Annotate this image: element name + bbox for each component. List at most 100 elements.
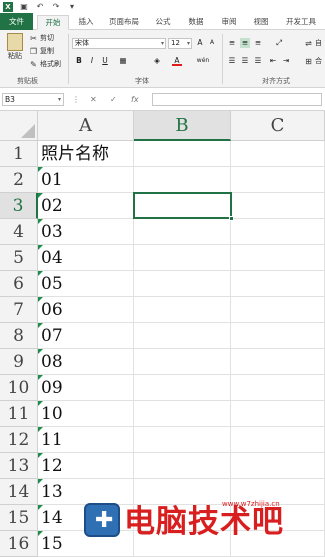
column-header-b[interactable]: B xyxy=(134,111,231,141)
row-header[interactable]: 8 xyxy=(0,323,38,349)
cell-a[interactable]: 07 xyxy=(38,323,134,349)
tab-file[interactable]: 文件 xyxy=(0,13,33,30)
row-header[interactable]: 11 xyxy=(0,401,38,427)
cancel-icon[interactable]: ✕ xyxy=(90,93,97,106)
row-header[interactable]: 2 xyxy=(0,167,38,193)
cell-b[interactable] xyxy=(134,427,231,453)
row-header[interactable]: 7 xyxy=(0,297,38,323)
align-left-icon[interactable]: ☰ xyxy=(227,56,237,66)
insert-function-button[interactable]: fx xyxy=(131,93,139,106)
cell-c[interactable] xyxy=(231,167,325,193)
cell-b[interactable] xyxy=(134,401,231,427)
cell-b[interactable] xyxy=(134,453,231,479)
cell-c[interactable] xyxy=(231,323,325,349)
font-name-select[interactable]: 宋体 ▾ xyxy=(72,38,166,49)
underline-button[interactable]: U xyxy=(100,56,110,66)
align-bottom-icon[interactable]: ≡ xyxy=(253,38,263,48)
fill-handle[interactable] xyxy=(229,216,234,221)
cell-b[interactable] xyxy=(134,219,231,245)
cell-b[interactable] xyxy=(134,375,231,401)
cell-a[interactable]: 10 xyxy=(38,401,134,427)
cell-c[interactable] xyxy=(231,427,325,453)
cell-a[interactable]: 12 xyxy=(38,453,134,479)
undo-icon[interactable]: ↶ xyxy=(35,2,45,12)
cell-b[interactable] xyxy=(134,245,231,271)
tab-home[interactable]: 开始 xyxy=(37,15,69,30)
font-size-select[interactable]: 12 ▾ xyxy=(168,38,192,49)
cell-a[interactable]: 08 xyxy=(38,349,134,375)
orientation-icon[interactable]: ⤢ xyxy=(272,38,286,48)
cut-button[interactable]: ✂ 剪切 xyxy=(29,33,54,43)
row-header[interactable]: 4 xyxy=(0,219,38,245)
tab-view[interactable]: 视图 xyxy=(248,15,274,30)
cell-c[interactable] xyxy=(231,141,325,167)
wrap-text-button[interactable]: ⇌ 自 xyxy=(304,38,322,48)
cell-b[interactable] xyxy=(134,141,231,167)
tab-review[interactable]: 审阅 xyxy=(216,15,242,30)
font-color-button[interactable]: A xyxy=(172,56,182,66)
format-painter-button[interactable]: ✎ 格式刷 xyxy=(29,59,61,69)
shrink-font-button[interactable]: A xyxy=(207,38,217,48)
increase-indent-icon[interactable]: ⇥ xyxy=(281,56,291,66)
cell-a[interactable]: 04 xyxy=(38,245,134,271)
align-top-icon[interactable]: ≡ xyxy=(227,38,237,48)
align-right-icon[interactable]: ☰ xyxy=(253,56,263,66)
select-all-button[interactable] xyxy=(0,111,38,141)
row-header[interactable]: 12 xyxy=(0,427,38,453)
redo-icon[interactable]: ↷ xyxy=(51,2,61,12)
cell-a[interactable]: 09 xyxy=(38,375,134,401)
paste-button[interactable]: 粘贴 xyxy=(4,33,26,61)
column-header-c[interactable]: C xyxy=(231,111,325,141)
name-box[interactable]: B3 ▾ xyxy=(2,93,64,106)
italic-button[interactable]: I xyxy=(87,56,97,66)
copy-button[interactable]: ❐ 复制 xyxy=(29,46,54,56)
tab-formulas[interactable]: 公式 xyxy=(150,15,176,30)
cell-b[interactable] xyxy=(134,349,231,375)
row-header[interactable]: 3 xyxy=(0,193,38,219)
align-center-icon[interactable]: ☰ xyxy=(240,56,250,66)
active-cell-b3[interactable] xyxy=(133,192,234,221)
cell-b[interactable] xyxy=(134,323,231,349)
cell-a[interactable]: 06 xyxy=(38,297,134,323)
cell-a[interactable]: 02 xyxy=(38,193,134,219)
cell-a[interactable]: 05 xyxy=(38,271,134,297)
cell-c[interactable] xyxy=(231,297,325,323)
cell-a[interactable]: 照片名称 xyxy=(38,141,134,167)
row-header[interactable]: 6 xyxy=(0,271,38,297)
decrease-indent-icon[interactable]: ⇤ xyxy=(268,56,278,66)
merge-center-button[interactable]: ⊞ 合 xyxy=(304,56,322,66)
fill-color-icon[interactable]: ◈ xyxy=(152,56,162,66)
row-header[interactable]: 1 xyxy=(0,141,38,167)
cell-a[interactable]: 11 xyxy=(38,427,134,453)
cell-c[interactable] xyxy=(231,349,325,375)
cell-b[interactable] xyxy=(134,271,231,297)
cell-b[interactable] xyxy=(134,167,231,193)
cell-b[interactable] xyxy=(134,297,231,323)
save-icon[interactable]: ▣ xyxy=(19,2,29,12)
row-header[interactable]: 10 xyxy=(0,375,38,401)
row-header[interactable]: 9 xyxy=(0,349,38,375)
cell-c[interactable] xyxy=(231,271,325,297)
cell-c[interactable] xyxy=(231,219,325,245)
cell-c[interactable] xyxy=(231,453,325,479)
row-header[interactable]: 5 xyxy=(0,245,38,271)
phonetic-button[interactable]: wén xyxy=(195,56,211,66)
bold-button[interactable]: B xyxy=(74,56,84,66)
row-header[interactable]: 15 xyxy=(0,505,38,531)
cell-c[interactable] xyxy=(231,245,325,271)
align-middle-icon[interactable]: ≡ xyxy=(240,38,250,48)
tab-insert[interactable]: 插入 xyxy=(73,15,99,30)
tab-data[interactable]: 数据 xyxy=(183,15,209,30)
row-header[interactable]: 14 xyxy=(0,479,38,505)
cell-c[interactable] xyxy=(231,401,325,427)
formula-input[interactable] xyxy=(152,93,322,106)
cell-c[interactable] xyxy=(231,375,325,401)
enter-icon[interactable]: ✓ xyxy=(110,93,117,106)
customize-qat-icon[interactable]: ▾ xyxy=(67,2,77,12)
cell-a[interactable]: 03 xyxy=(38,219,134,245)
row-header[interactable]: 13 xyxy=(0,453,38,479)
row-header[interactable]: 16 xyxy=(0,531,38,557)
borders-icon[interactable]: ▦ xyxy=(118,56,128,66)
grow-font-button[interactable]: A xyxy=(195,38,205,48)
tab-page-layout[interactable]: 页面布局 xyxy=(104,15,144,30)
